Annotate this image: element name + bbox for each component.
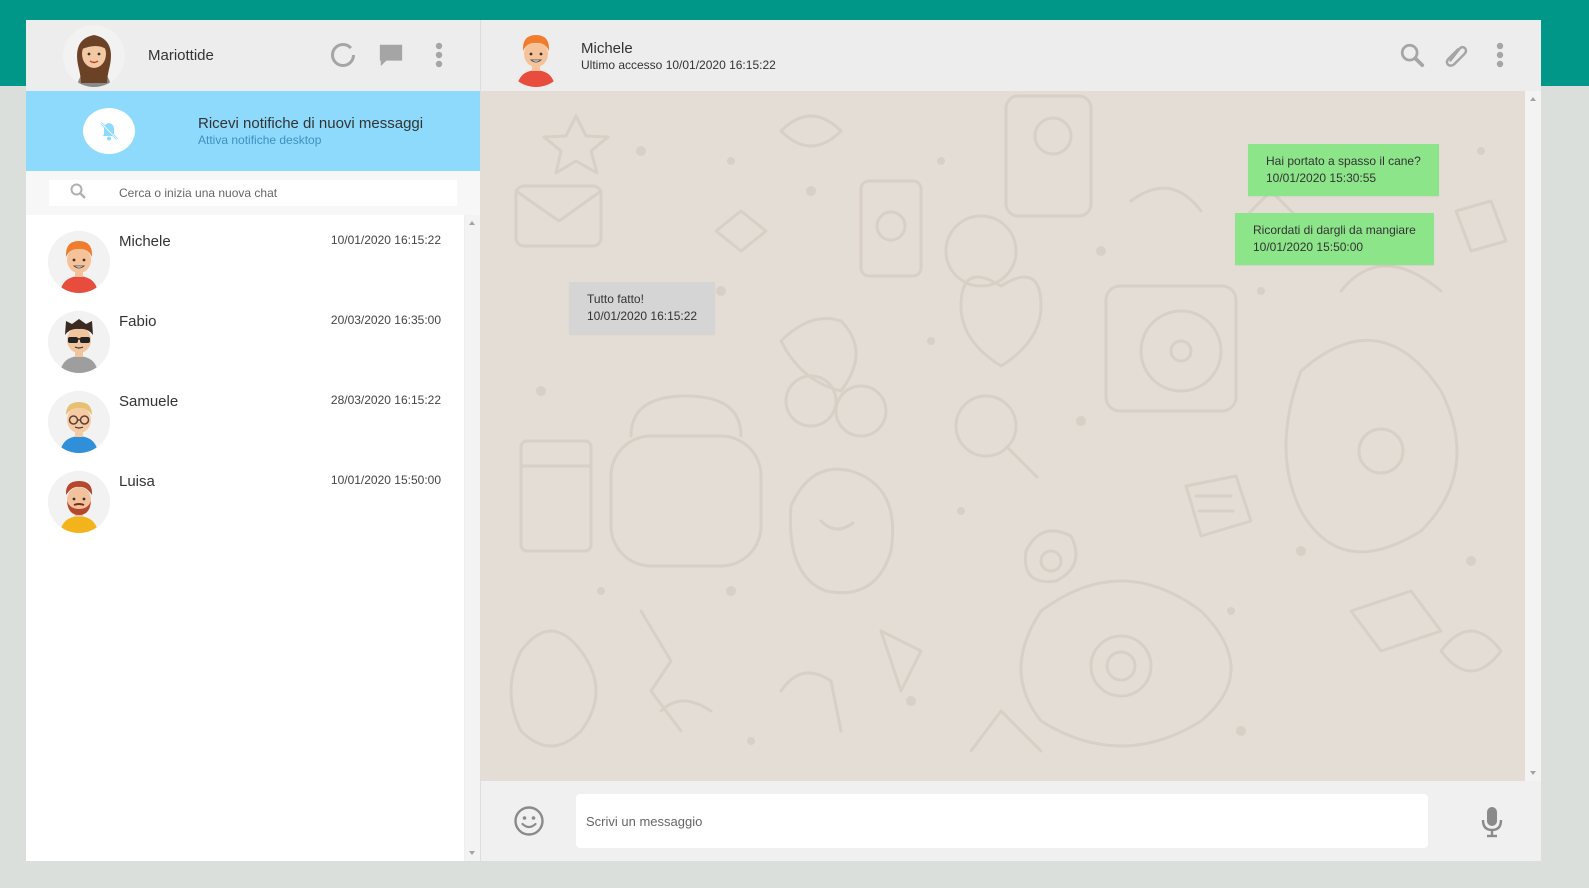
avatar bbox=[48, 391, 110, 453]
status-icon[interactable] bbox=[330, 40, 356, 70]
scroll-down-arrow-icon[interactable] bbox=[1530, 771, 1536, 775]
message-text: Hai portato a spasso il cane? bbox=[1266, 154, 1421, 168]
message-bubble-received[interactable]: Tutto fatto! 10/01/2020 16:15:22 bbox=[569, 282, 716, 334]
scroll-down-arrow-icon[interactable] bbox=[469, 851, 475, 855]
message-time: 10/01/2020 15:30:55 bbox=[1266, 171, 1377, 185]
user-name: Mariottide bbox=[148, 47, 214, 64]
chat-contact-info[interactable]: Michele Ultimo accesso 10/01/2020 16:15:… bbox=[581, 40, 776, 72]
search-icon bbox=[69, 182, 87, 205]
chat-header: Michele Ultimo accesso 10/01/2020 16:15:… bbox=[481, 20, 1541, 91]
paperclip-icon[interactable] bbox=[1443, 40, 1469, 70]
contact-time: 10/01/2020 16:15:22 bbox=[330, 233, 441, 247]
chat-contact-name: Michele bbox=[581, 39, 633, 57]
contact-name: Luisa bbox=[119, 473, 155, 490]
sidebar-header-actions bbox=[330, 40, 452, 70]
message-time: 10/01/2020 15:50:00 bbox=[1253, 240, 1364, 254]
search-icon[interactable] bbox=[1399, 40, 1425, 70]
microphone-icon[interactable] bbox=[1479, 805, 1505, 844]
message-text: Ricordati di dargli da mangiare bbox=[1253, 223, 1416, 237]
message-scrollbar[interactable] bbox=[1525, 91, 1541, 781]
scroll-up-arrow-icon[interactable] bbox=[1530, 97, 1536, 101]
chat-header-actions bbox=[1399, 40, 1513, 70]
notification-banner[interactable]: Ricevi notifiche di nuovi messaggi Attiv… bbox=[26, 91, 480, 171]
chat-panel: Michele Ultimo accesso 10/01/2020 16:15:… bbox=[481, 20, 1541, 861]
message-composer bbox=[481, 781, 1541, 861]
contact-item-samuele[interactable]: Samuele 28/03/2020 16:15:22 bbox=[26, 383, 464, 463]
sidebar-header: Mariottide bbox=[26, 20, 480, 91]
last-access: Ultimo accesso 10/01/2020 16:15:22 bbox=[581, 57, 776, 72]
smiley-icon[interactable] bbox=[513, 805, 545, 837]
bell-off-icon bbox=[83, 108, 135, 154]
avatar bbox=[48, 311, 110, 373]
message-bubble-sent[interactable]: Hai portato a spasso il cane? 10/01/2020… bbox=[1248, 144, 1439, 196]
avatar bbox=[48, 231, 110, 293]
search-bar bbox=[26, 171, 480, 215]
contact-list: Michele 10/01/2020 16:15:22 Fabio 20/03/… bbox=[26, 215, 464, 861]
contact-name: Samuele bbox=[119, 393, 179, 410]
menu-dots-icon[interactable] bbox=[1487, 40, 1513, 70]
search-box bbox=[49, 180, 457, 206]
contact-item-luisa[interactable]: Luisa 10/01/2020 15:50:00 bbox=[26, 463, 464, 543]
message-text: Tutto fatto! bbox=[587, 292, 644, 306]
message-area: Hai portato a spasso il cane? 10/01/2020… bbox=[481, 91, 1541, 781]
search-input[interactable] bbox=[117, 185, 441, 201]
chat-avatar[interactable] bbox=[505, 24, 567, 87]
contact-name: Michele bbox=[119, 233, 171, 250]
message-input[interactable] bbox=[576, 794, 1428, 848]
message-bubble-sent[interactable]: Ricordati di dargli da mangiare 10/01/20… bbox=[1235, 213, 1434, 265]
contact-list-scrollbar[interactable] bbox=[464, 215, 480, 861]
contact-list-container: Michele 10/01/2020 16:15:22 Fabio 20/03/… bbox=[26, 215, 480, 861]
chat-app: Mariottide Ricevi notifiche di nuovi mes… bbox=[26, 20, 1541, 861]
user-avatar[interactable] bbox=[63, 24, 125, 87]
contact-time: 20/03/2020 16:35:00 bbox=[330, 313, 441, 327]
contact-item-fabio[interactable]: Fabio 20/03/2020 16:35:00 bbox=[26, 303, 464, 383]
notification-title: Ricevi notifiche di nuovi messaggi bbox=[198, 115, 424, 132]
contact-time: 10/01/2020 15:50:00 bbox=[330, 473, 441, 487]
avatar bbox=[48, 471, 110, 533]
notification-text: Ricevi notifiche di nuovi messaggi Attiv… bbox=[198, 115, 423, 147]
enable-desktop-notifications-link[interactable]: Attiva notifiche desktop bbox=[198, 133, 423, 147]
message-time: 10/01/2020 16:15:22 bbox=[587, 309, 698, 323]
scroll-up-arrow-icon[interactable] bbox=[469, 221, 475, 225]
contact-item-michele[interactable]: Michele 10/01/2020 16:15:22 bbox=[26, 223, 464, 303]
menu-dots-icon[interactable] bbox=[426, 40, 452, 70]
sidebar: Mariottide Ricevi notifiche di nuovi mes… bbox=[26, 20, 481, 861]
chat-bubble-icon[interactable] bbox=[378, 40, 404, 70]
contact-time: 28/03/2020 16:15:22 bbox=[330, 393, 441, 407]
contact-name: Fabio bbox=[119, 313, 157, 330]
